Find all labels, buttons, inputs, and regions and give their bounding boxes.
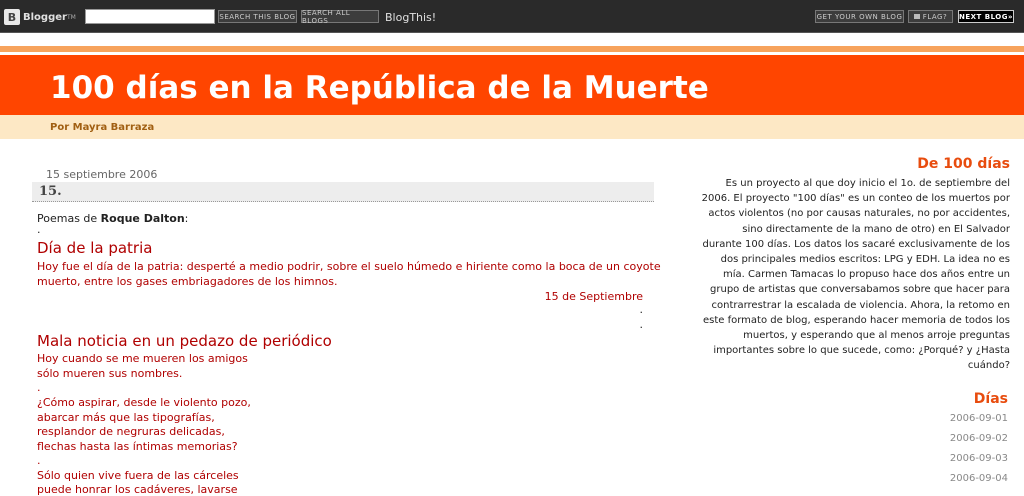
- about-line: grupo de artistas que conversabamos sobr…: [710, 284, 1010, 296]
- poem2-line: resplandor de negruras delicadas,: [37, 425, 225, 438]
- blogger-logo[interactable]: B Blogger TM: [4, 8, 76, 26]
- get-your-own-blog-button[interactable]: GET YOUR OWN BLOG: [815, 10, 904, 23]
- blog-description-bar: Por Mayra Barraza: [0, 115, 1024, 139]
- blog-title[interactable]: 100 días en la República de la Muerte: [50, 70, 709, 106]
- poem1-line: muerto, entre los gases embriagadores de…: [37, 275, 338, 288]
- post-title[interactable]: 15.: [39, 184, 62, 199]
- search-all-blogs-button[interactable]: SEARCH ALL BLOGS: [301, 9, 379, 25]
- flag-button[interactable]: FLAG?: [908, 10, 953, 23]
- about-line: dos principales medios escritos: LPG y E…: [720, 254, 1010, 266]
- poem2-line: puede honrar los cadáveres, lavarse: [37, 483, 238, 496]
- poem1-date: 15 de Septiembre: [544, 290, 643, 303]
- about-text: Es un proyecto al que doy inicio el 1o. …: [690, 176, 1010, 374]
- days-heading: Días: [973, 391, 1008, 407]
- post-date: 15 septiembre 2006: [46, 168, 158, 181]
- poem2-line: sólo mueren sus nombres.: [37, 367, 183, 380]
- poem2-title: Mala noticia en un pedazo de periódico: [37, 332, 332, 350]
- about-heading: De 100 días: [917, 156, 1010, 172]
- search-this-blog-button[interactable]: SEARCH THIS BLOG: [218, 10, 297, 23]
- blogthis-link[interactable]: BlogThis!: [385, 11, 436, 24]
- day-link[interactable]: 2006-09-03: [950, 453, 1008, 464]
- poem2-line: .: [37, 454, 41, 467]
- separator-dot: .: [639, 303, 644, 316]
- intro-suffix: :: [184, 212, 189, 225]
- about-line: mía. Carmen Tamacas lo propuso hace dos …: [723, 269, 1010, 281]
- blogger-navbar: B Blogger TM SEARCH THIS BLOG SEARCH ALL…: [0, 0, 1024, 33]
- intro-author: Roque Dalton: [100, 212, 185, 225]
- separator-dot: .: [639, 318, 644, 331]
- about-line: muertos, y esperando que al menos arroje…: [743, 330, 1010, 342]
- poem2-line: ¿Cómo aspirar, desde le violento pozo,: [37, 396, 251, 409]
- about-line: este formato de blog, esperando hacer me…: [702, 314, 1010, 326]
- about-line: sino directamente de la mano de otro) en…: [742, 223, 1010, 235]
- blog-header: 100 días en la República de la Muerte: [0, 55, 1024, 115]
- poem1-title: Día de la patria: [37, 239, 153, 257]
- intro-prefix: Poemas de: [37, 212, 101, 225]
- flag-icon: [913, 14, 920, 19]
- day-link[interactable]: 2006-09-02: [950, 433, 1008, 444]
- post-intro: Poemas de Roque Dalton:: [37, 212, 188, 225]
- poem2-line: abarcar más que las tipografías,: [37, 411, 215, 424]
- separator-dot: .: [37, 223, 41, 236]
- post-title-bar: 15.: [32, 182, 654, 202]
- poem2-line: .: [37, 381, 41, 394]
- flag-label: FLAG?: [922, 12, 948, 21]
- poem2-line: Sólo quien vive fuera de las cárceles: [37, 469, 239, 482]
- blogger-logo-text: Blogger: [23, 11, 67, 23]
- poem2-line: Hoy cuando se me mueren los amigos: [37, 352, 248, 365]
- about-line: actos violentos (no por causas naturales…: [708, 208, 1010, 220]
- about-line: importantes sobre lo que sucede, como: ¿…: [713, 345, 1010, 357]
- about-line: cuándo?: [967, 360, 1010, 372]
- header-stripe: [0, 46, 1024, 52]
- search-input[interactable]: [85, 9, 215, 24]
- blog-author: Por Mayra Barraza: [50, 122, 155, 133]
- day-link[interactable]: 2006-09-04: [950, 473, 1008, 484]
- about-line: durante 100 días. Los datos los sacaré e…: [702, 238, 1010, 250]
- about-line: contrarrestrar la escalada de violencia.…: [711, 299, 1010, 311]
- next-blog-button[interactable]: NEXT BLOG»: [958, 10, 1014, 23]
- poem2-line: flechas hasta las íntimas memorias?: [37, 440, 238, 453]
- trademark-mark: TM: [66, 13, 76, 21]
- about-line: 2006. El proyecto "100 días" es un conte…: [701, 193, 1010, 205]
- blogger-b-icon: B: [4, 9, 20, 25]
- poem1-line: Hoy fue el día de la patria: desperté a …: [37, 260, 661, 273]
- day-link[interactable]: 2006-09-01: [950, 413, 1008, 424]
- about-line: Es un proyecto al que doy inicio el 1o. …: [725, 178, 1010, 189]
